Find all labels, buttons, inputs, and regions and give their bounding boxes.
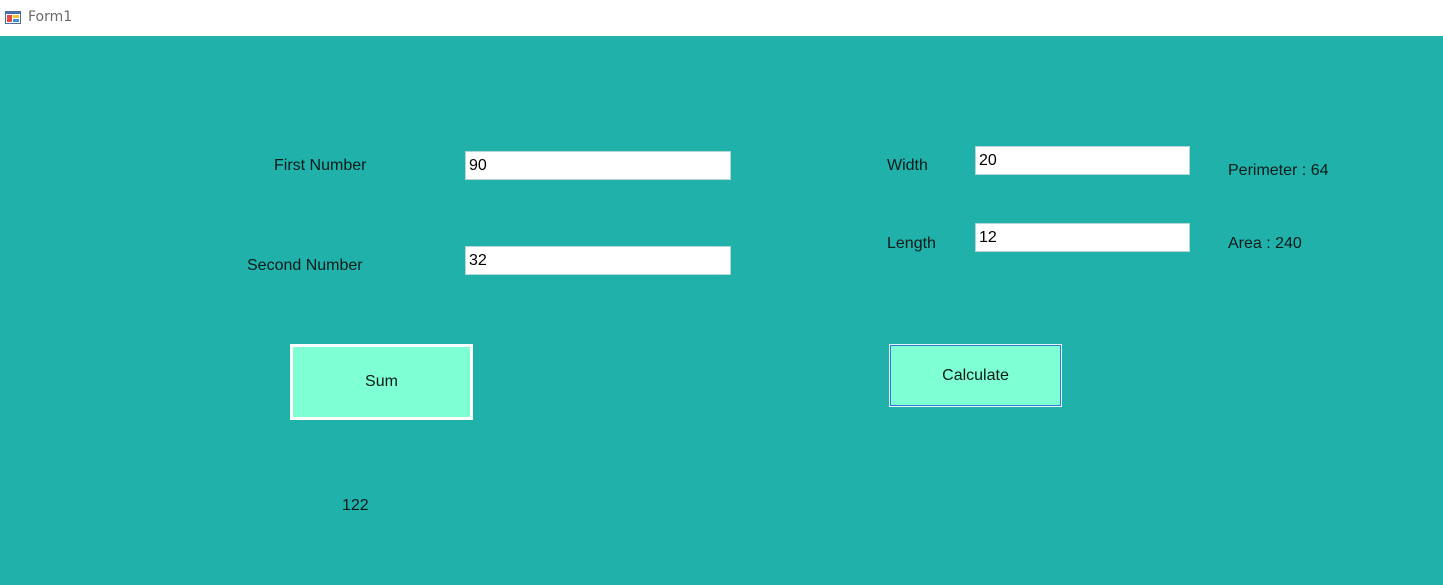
calculate-button[interactable]: Calculate — [889, 344, 1062, 407]
width-input[interactable] — [975, 146, 1190, 175]
length-input[interactable] — [975, 223, 1190, 252]
area-label: Area : 240 — [1228, 235, 1302, 252]
perimeter-label: Perimeter : 64 — [1228, 162, 1329, 179]
calculate-button-label: Calculate — [942, 366, 1009, 384]
width-label: Width — [887, 157, 928, 174]
title-bar[interactable]: Form1 — [0, 0, 1443, 36]
sum-result-label: 122 — [342, 497, 369, 514]
first-number-input[interactable] — [465, 151, 731, 180]
second-number-input[interactable] — [465, 246, 731, 275]
app-icon[interactable] — [5, 8, 21, 24]
first-number-label: First Number — [274, 157, 367, 174]
form-client-area: First Number Second Number Sum 122 Width… — [0, 36, 1443, 585]
length-label: Length — [887, 235, 936, 252]
sum-button-label: Sum — [365, 373, 398, 390]
window-title: Form1 — [28, 9, 73, 25]
second-number-label: Second Number — [247, 257, 363, 274]
sum-button[interactable]: Sum — [290, 344, 473, 420]
